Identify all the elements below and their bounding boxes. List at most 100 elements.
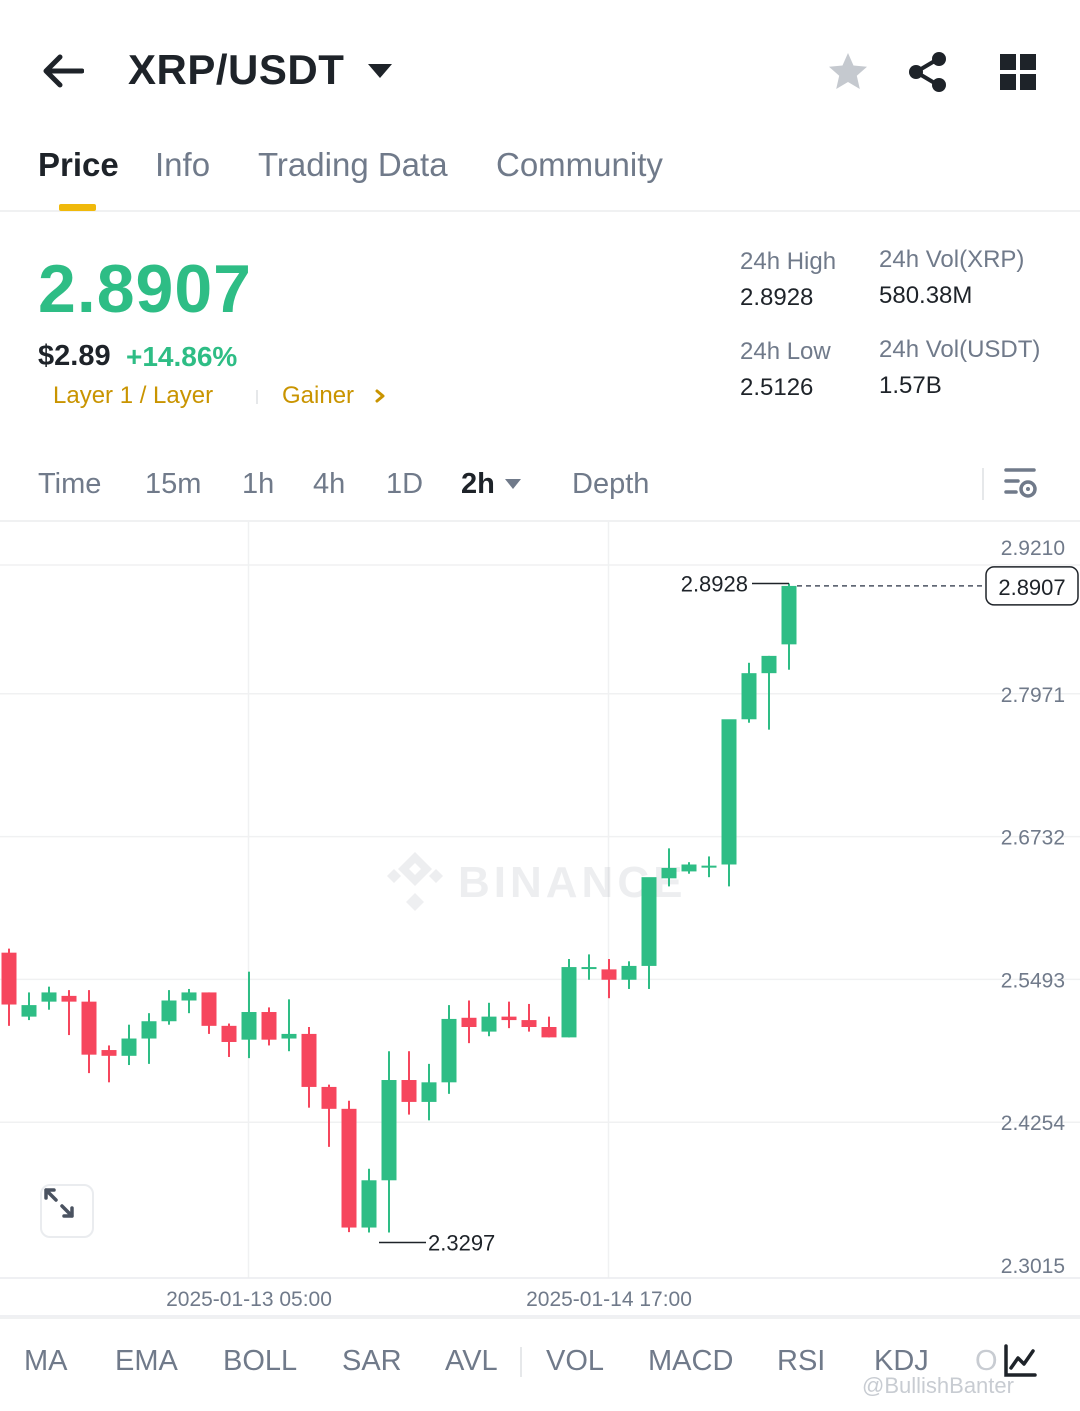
chart-settings-icon[interactable] [1000,464,1040,504]
credit-watermark: @BullishBanter [862,1373,1014,1398]
candle-body [521,1020,537,1027]
indicator-avl[interactable]: AVL [445,1345,498,1378]
candle-body [761,655,777,674]
tab-community[interactable]: Community [496,146,663,184]
candle-body [621,965,637,980]
interval-4h[interactable]: 4h [313,468,345,501]
low-marker-label: 2.3297 [428,1230,495,1255]
pair-title[interactable]: XRP/USDT [128,46,344,94]
candle-body [261,1012,277,1040]
candle-body [481,1016,497,1032]
candle-body [441,1018,457,1083]
expand-icon [44,1188,74,1218]
chart-canvas[interactable]: BINANCE 2025-01-13 05:00 2025-01-14 17:0… [0,522,1080,1317]
indicator-rsi[interactable]: RSI [777,1345,825,1378]
candle-body [181,992,197,1001]
vol-base-value: 580.38M [879,282,973,309]
y-tick-label: 2.4254 [1001,1112,1066,1135]
candle-body [241,1012,257,1040]
interval-1h[interactable]: 1h [242,468,274,501]
y-tick-label: 2.3015 [1001,1255,1065,1278]
x-tick-label: 2025-01-14 17:00 [526,1288,692,1311]
indicator-vol[interactable]: VOL [546,1345,604,1378]
candle-body [701,865,717,868]
high-marker-label: 2.8928 [681,572,748,597]
candle-body [361,1180,377,1228]
back-arrow-icon [43,54,84,88]
high-label: 24h High [740,248,837,275]
fullscreen-button[interactable] [40,1184,94,1238]
tab-trading-data[interactable]: Trading Data [258,146,448,184]
indicator-ema[interactable]: EMA [115,1345,178,1378]
section-tabs: Price Info Trading Data Community [0,130,1080,212]
candlestick-chart[interactable]: BINANCE 2025-01-13 05:00 2025-01-14 17:0… [0,522,1080,1317]
y-tick-label: 2.7971 [1001,684,1065,707]
y-tick-label: 2.9210 [1001,537,1065,560]
candle-body [721,719,737,865]
interval-1d[interactable]: 1D [386,468,423,501]
candle-body [741,673,757,720]
candle-body [81,1001,97,1055]
interval-bar: Time 15m 1h 4h 1D 2h Depth [0,450,1080,522]
candle-body [101,1050,117,1056]
candle-body [781,585,797,645]
indicator-divider [520,1347,522,1377]
candle-body [61,995,77,1002]
candle-body [581,967,597,970]
y-tick-label: 2.5493 [1001,969,1065,992]
candle-body [141,1021,157,1039]
y-tick-label: 2.6732 [1001,827,1065,850]
candle-body [561,967,577,1038]
active-tab-indicator [59,204,96,211]
indicator-bar: MA EMA BOLL SAR AVL VOL MACD RSI KDJ O @… [0,1317,1080,1411]
indicator-boll[interactable]: BOLL [223,1345,297,1378]
candle-body [501,1016,517,1021]
interval-depth[interactable]: Depth [572,468,649,501]
interval-15m[interactable]: 15m [145,468,201,501]
grid-icon[interactable] [996,50,1040,94]
top-bar: XRP/USDT [0,0,1080,130]
low-label: 24h Low [740,338,831,365]
chevron-right-icon[interactable] [372,386,388,406]
candle-body [341,1108,357,1228]
back-button[interactable] [38,48,88,94]
caret-down-icon[interactable] [366,58,394,82]
share-icon[interactable] [906,50,950,94]
candle-body [21,1005,37,1017]
interval-2h[interactable]: 2h [461,468,495,501]
candle-body [281,1033,297,1039]
tab-price[interactable]: Price [38,146,119,184]
interval-divider [982,468,984,500]
star-icon[interactable] [826,50,870,94]
candle-body [641,877,657,966]
indicator-ma[interactable]: MA [24,1345,68,1378]
caret-down-icon[interactable] [504,477,522,491]
interval-time[interactable]: Time [38,468,101,501]
vol-base-label: 24h Vol(XRP) [879,246,1025,273]
candle-body [541,1027,557,1038]
candle-body [121,1038,137,1056]
candle-body [601,969,617,980]
tab-info[interactable]: Info [155,146,210,184]
candle-body [161,1000,177,1022]
vol-quote-label: 24h Vol(USDT) [879,336,1041,363]
candle-body [41,992,57,1002]
candle-body [1,952,17,1005]
candle-body [221,1025,237,1042]
last-price: 2.8907 [38,251,252,327]
binance-watermark-logo [387,852,443,911]
candle-body [321,1086,337,1109]
last-price-label: 2.8907 [998,575,1065,600]
gainer-tag[interactable]: Gainer [282,382,354,410]
high-value: 2.8928 [740,284,814,311]
category-tag[interactable]: Layer 1 / Layer [53,382,213,410]
indicator-macd[interactable]: MACD [648,1345,733,1378]
candle-body [381,1080,397,1181]
candle-body [201,992,217,1026]
indicator-sar[interactable]: SAR [342,1345,402,1378]
vol-quote-value: 1.57B [879,372,942,399]
candle-body [681,864,697,872]
usd-price: $2.89 [38,340,111,372]
candle-body [661,867,677,879]
candle-body [421,1082,437,1102]
